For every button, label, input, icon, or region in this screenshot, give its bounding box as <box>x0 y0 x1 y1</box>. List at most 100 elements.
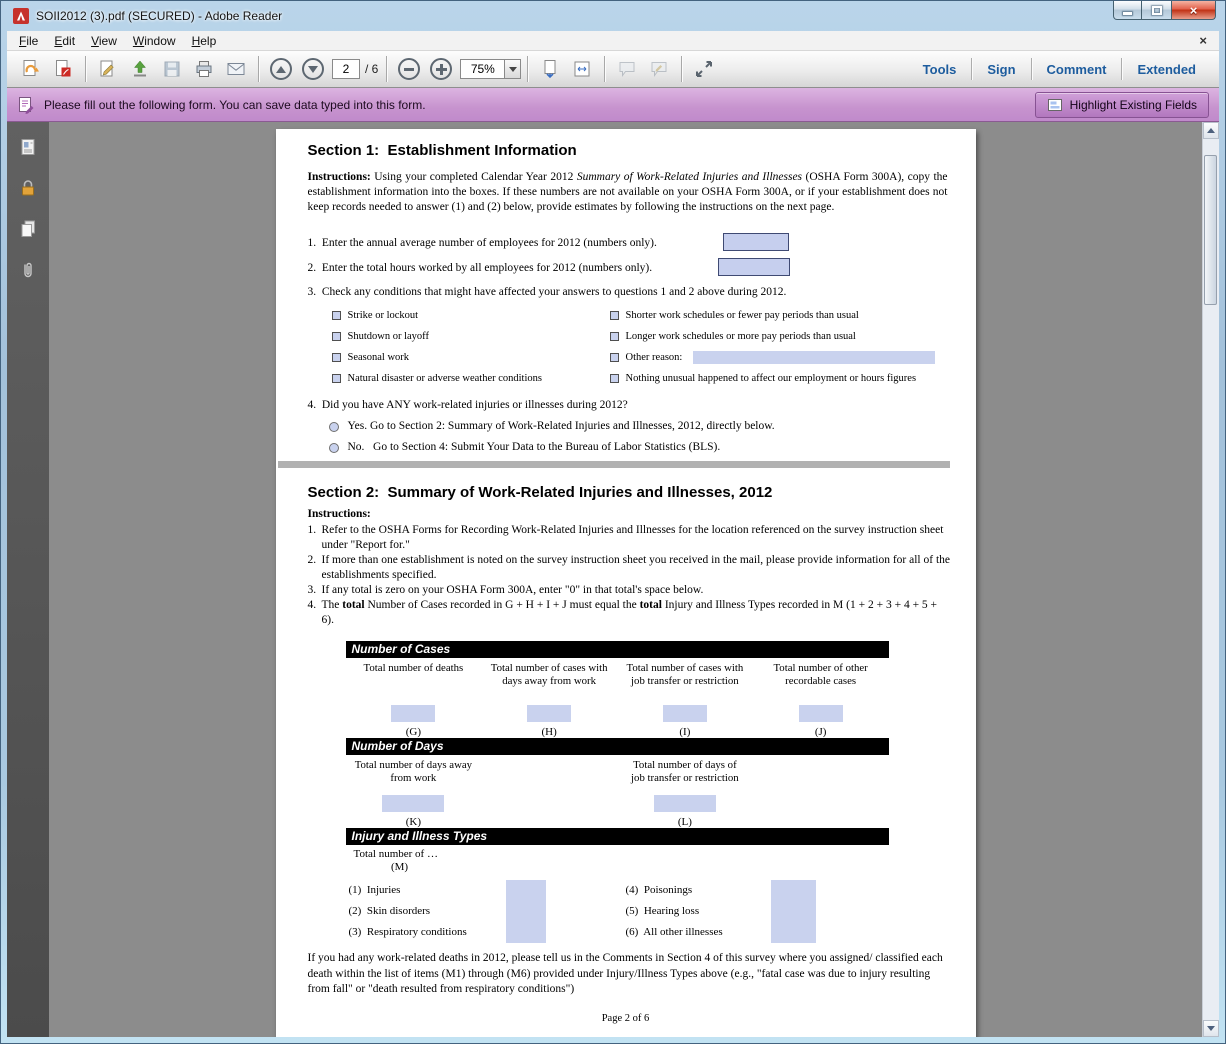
scroll-down-button[interactable] <box>1203 1020 1219 1037</box>
section2-instructions-label: Instructions: <box>308 508 371 520</box>
minimize-button[interactable] <box>1113 1 1142 20</box>
page-number-input[interactable] <box>332 59 360 79</box>
checkbox-shutdown-or-layoff[interactable] <box>332 332 341 341</box>
zoom-level-input[interactable] <box>460 59 504 79</box>
field-H[interactable] <box>527 705 571 722</box>
instruction-item: 1.Refer to the OSHA Forms for Recording … <box>308 523 952 553</box>
open-button[interactable] <box>16 55 46 83</box>
navigation-sidebar <box>7 122 49 1037</box>
section1-instructions: Instructions: Using your completed Calen… <box>308 170 948 215</box>
field-M4[interactable] <box>771 880 816 901</box>
page-down-icon <box>302 58 324 80</box>
fullscreen-button[interactable] <box>689 55 719 83</box>
menu-item-help[interactable]: Help <box>184 32 225 50</box>
tools-button[interactable]: Tools <box>908 62 972 77</box>
checkbox-longer-schedules[interactable] <box>610 332 619 341</box>
column-header: Total number of cases with job transfer … <box>617 662 753 700</box>
page-count-label: / 6 <box>365 62 378 76</box>
check-row: Nothing unusual happened to affect our e… <box>610 368 946 389</box>
pages-panel-button[interactable] <box>11 214 45 244</box>
menu-item-view[interactable]: View <box>83 32 125 50</box>
previous-page-button[interactable] <box>266 55 296 83</box>
check-row: Longer work schedules or more pay period… <box>610 326 946 347</box>
toolbar: / 6 Tools Sign Comment <box>7 51 1219 88</box>
close-button[interactable]: × <box>1171 1 1216 20</box>
other-reason-field[interactable] <box>693 351 935 364</box>
comment-button[interactable]: Comment <box>1032 62 1122 77</box>
cases-columns: Total number of deaths (G) Total number … <box>346 662 889 738</box>
question-3: 3. Check any conditions that might have … <box>308 285 948 300</box>
field-M5[interactable] <box>771 901 816 922</box>
field-K[interactable] <box>382 795 444 812</box>
highlight-fields-button[interactable]: Highlight Existing Fields <box>1035 92 1209 118</box>
print-icon <box>194 59 214 79</box>
menubar-close-icon[interactable]: × <box>1191 33 1215 48</box>
vertical-scrollbar[interactable] <box>1202 122 1219 1037</box>
email-button[interactable] <box>221 55 251 83</box>
question-4: 4. Did you have ANY work-related injurie… <box>308 398 948 413</box>
menu-item-file[interactable]: File <box>11 32 46 50</box>
field-tag: (I) <box>679 726 690 738</box>
sticky-note-button[interactable] <box>612 55 642 83</box>
checkbox-label: Nothing unusual happened to affect our e… <box>626 373 917 384</box>
fill-sign-button[interactable] <box>93 55 123 83</box>
print-button[interactable] <box>189 55 219 83</box>
field-J[interactable] <box>799 705 843 722</box>
field-G[interactable] <box>391 705 435 722</box>
document-area[interactable]: Section 1: Establishment Information Ins… <box>49 122 1202 1037</box>
check-row: Shorter work schedules or fewer pay peri… <box>610 305 946 326</box>
field-I[interactable] <box>663 705 707 722</box>
scrollbar-track[interactable] <box>1203 139 1219 1020</box>
field-L[interactable] <box>654 795 716 812</box>
page-thumbnails-button[interactable] <box>11 132 45 162</box>
cases-column: Total number of deaths (G) <box>346 662 482 738</box>
question-4-options: Yes. Go to Section 2: Summary of Work-Re… <box>329 420 775 454</box>
zoom-dropdown-button[interactable] <box>504 59 521 79</box>
number-of-days-header: Number of Days <box>346 738 889 755</box>
security-lock-icon <box>18 178 38 198</box>
zoom-out-button[interactable] <box>394 55 424 83</box>
maximize-icon <box>1152 6 1162 15</box>
menu-item-edit[interactable]: Edit <box>46 32 83 50</box>
extended-button[interactable]: Extended <box>1122 62 1211 77</box>
checkbox-shorter-schedules[interactable] <box>610 311 619 320</box>
checkbox-other-reason[interactable] <box>610 353 619 362</box>
hours-field[interactable] <box>718 258 790 276</box>
radio-no[interactable] <box>329 443 339 453</box>
scroll-mode-button[interactable] <box>535 55 565 83</box>
question-2: 2. Enter the total hours worked by all e… <box>308 261 948 276</box>
field-M1[interactable] <box>506 880 546 901</box>
column-header: Total number of deaths <box>356 662 472 700</box>
form-info-icon <box>17 96 35 114</box>
checkbox-seasonal-work[interactable] <box>332 353 341 362</box>
checkbox-label: Other reason: <box>626 352 683 363</box>
zoom-in-button[interactable] <box>426 55 456 83</box>
menu-item-window[interactable]: Window <box>125 32 184 50</box>
scroll-up-button[interactable] <box>1203 122 1219 139</box>
titlebar[interactable]: SOII2012 (3).pdf (SECURED) - Adobe Reade… <box>1 1 1225 31</box>
section-divider <box>278 461 950 468</box>
checkbox-natural-disaster[interactable] <box>332 374 341 383</box>
checkbox-strike-or-lockout[interactable] <box>332 311 341 320</box>
main-area: Section 1: Establishment Information Ins… <box>7 122 1219 1037</box>
check-row: Strike or lockout <box>332 305 610 326</box>
create-pdf-button[interactable] <box>48 55 78 83</box>
radio-yes[interactable] <box>329 422 339 432</box>
scrollbar-thumb[interactable] <box>1204 155 1217 305</box>
send-file-button[interactable] <box>125 55 155 83</box>
highlight-fields-icon <box>1047 97 1063 113</box>
security-settings-button[interactable] <box>11 173 45 203</box>
employees-field[interactable] <box>723 233 789 251</box>
field-M3[interactable] <box>506 922 546 943</box>
fit-page-button[interactable] <box>567 55 597 83</box>
field-M2[interactable] <box>506 901 546 922</box>
maximize-button[interactable] <box>1142 1 1171 20</box>
checkbox-nothing-unusual[interactable] <box>610 374 619 383</box>
sign-button[interactable]: Sign <box>972 62 1030 77</box>
attachments-button[interactable] <box>11 255 45 285</box>
days-column: Total number of days of job transfer or … <box>617 759 753 828</box>
save-button[interactable] <box>157 55 187 83</box>
field-M6[interactable] <box>771 922 816 943</box>
next-page-button[interactable] <box>298 55 328 83</box>
annotate-button[interactable] <box>644 55 674 83</box>
